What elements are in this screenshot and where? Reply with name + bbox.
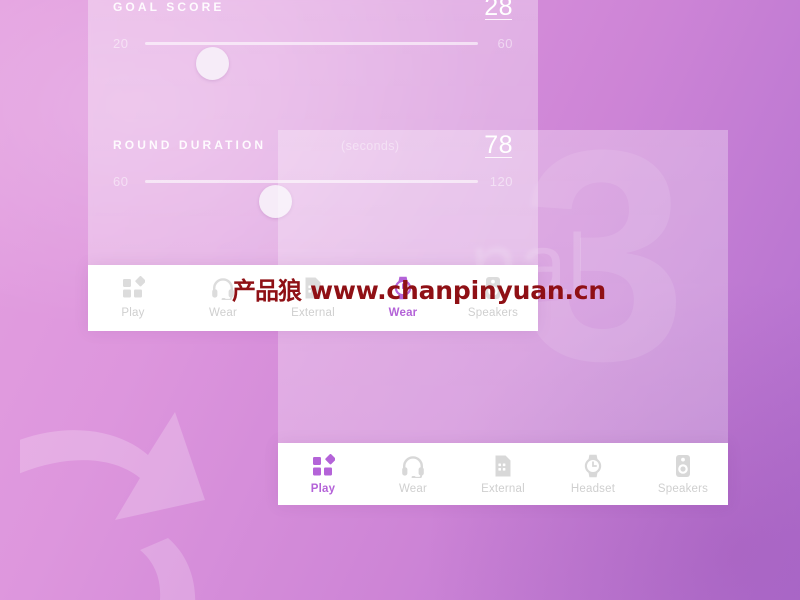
play-grid-icon (121, 276, 145, 300)
tab-label: Wear (208, 307, 238, 319)
tab-label: Play (310, 483, 336, 495)
tab-speakers-4[interactable]: Speakers (638, 443, 728, 505)
tab-label: External (291, 307, 335, 319)
watch-icon (581, 454, 605, 478)
tab-label: Wear (398, 483, 428, 495)
speaker-icon (671, 454, 695, 478)
tab-label: Speakers (467, 307, 519, 319)
watch-icon (391, 276, 415, 300)
curved-arrow-icon (20, 350, 300, 600)
tab-label: Play (121, 307, 145, 319)
tab-label: Headset (570, 483, 616, 495)
setting-title: GOAL SCORE (113, 0, 225, 14)
sim-card-icon (491, 454, 515, 478)
tab-label: External (481, 483, 525, 495)
setting-header: GOAL SCORE 28 (113, 0, 513, 22)
slider-track[interactable] (145, 42, 478, 80)
headphones-icon (401, 454, 425, 478)
headphones-icon (211, 276, 235, 300)
setting-title: ROUND DURATION (113, 138, 267, 152)
tabbar-top[interactable]: Play Wear External Wear Speakers (88, 265, 538, 331)
tabbar-bottom[interactable]: Play Wear External Headset Speakers (278, 443, 728, 505)
play-grid-icon (311, 454, 335, 478)
tab-play-0[interactable]: Play (278, 443, 368, 505)
setting-goal-score: GOAL SCORE 28 20 60 (88, 0, 538, 80)
tab-external-2[interactable]: External (268, 265, 358, 331)
tab-external-2[interactable]: External (458, 443, 548, 505)
slider-knob[interactable] (195, 47, 229, 80)
slider-max-label: 60 (497, 36, 513, 51)
tab-headset-3[interactable]: Headset (548, 443, 638, 505)
slider-min-label: 20 (113, 36, 129, 51)
screenshot-stage: 3 nal GOAL SCORE 28 20 60 ROUN (0, 0, 800, 600)
goal-score-slider[interactable]: 20 60 (113, 22, 513, 80)
tab-play-0[interactable]: Play (88, 265, 178, 331)
tab-wear-1[interactable]: Wear (178, 265, 268, 331)
speaker-icon (481, 276, 505, 300)
sim-card-icon (301, 276, 325, 300)
tab-wear-1[interactable]: Wear (368, 443, 458, 505)
tab-label: Wear (388, 307, 418, 319)
slider-min-label: 60 (113, 174, 129, 189)
tab-label: Speakers (657, 483, 709, 495)
setting-value: 28 (484, 0, 513, 22)
tab-speakers-4[interactable]: Speakers (448, 265, 538, 331)
tab-wear-3[interactable]: Wear (358, 265, 448, 331)
